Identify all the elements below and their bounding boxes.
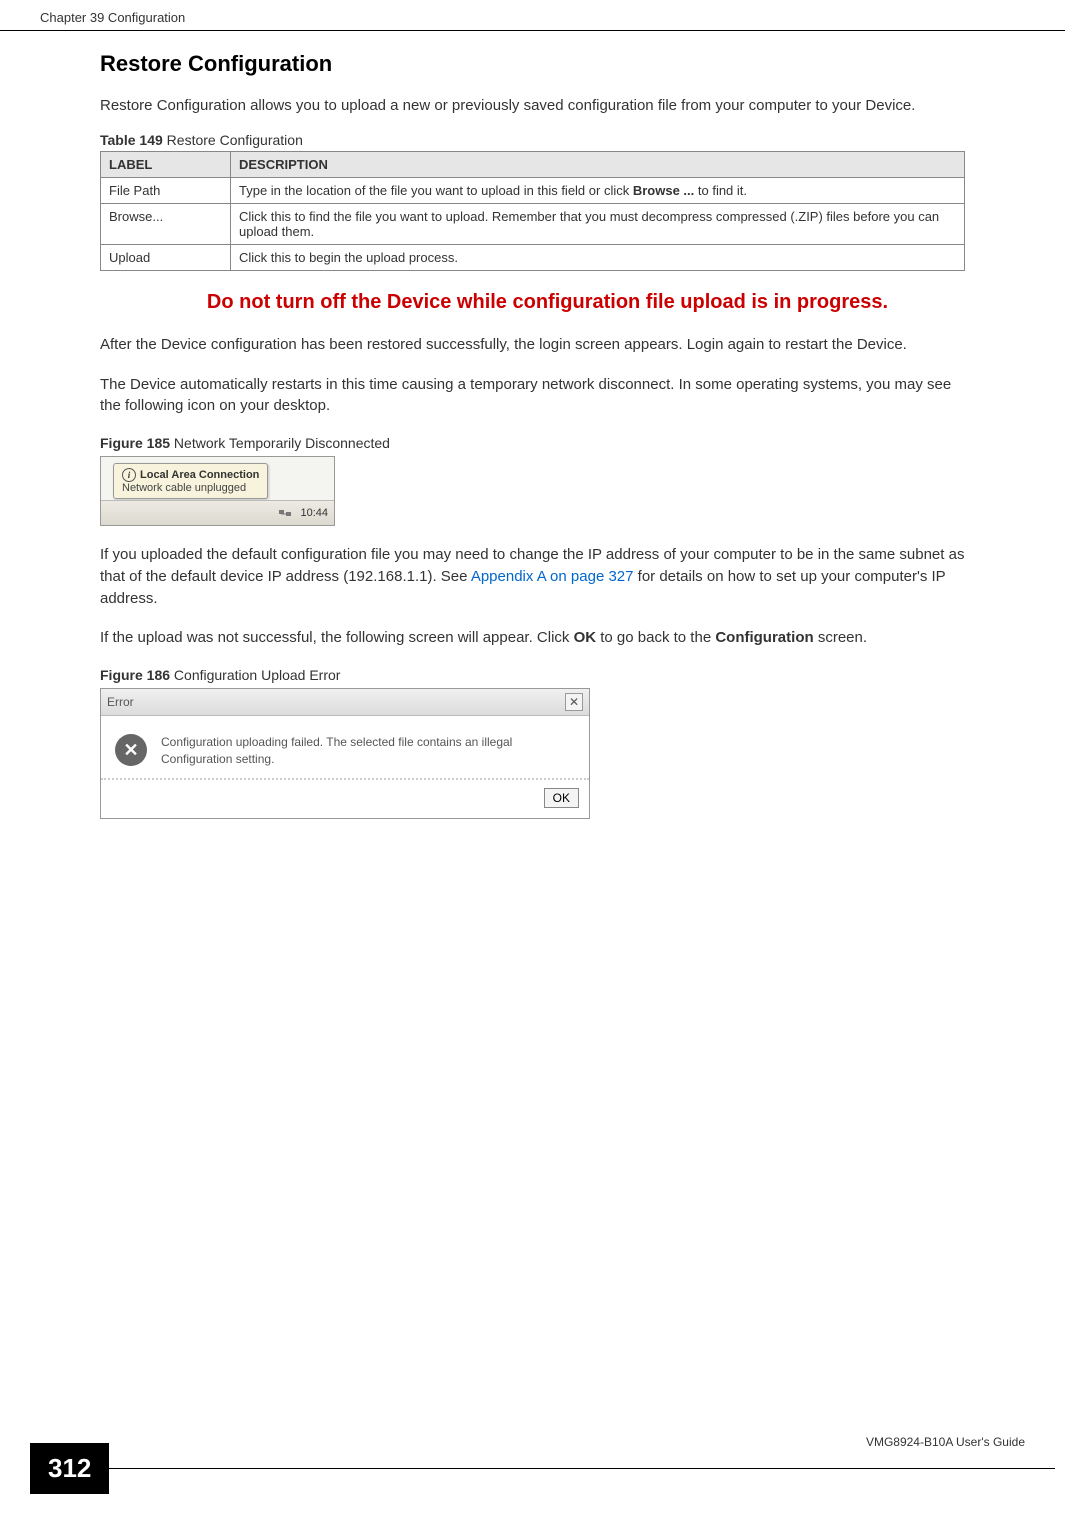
table-row: Upload Click this to begin the upload pr…	[101, 244, 965, 270]
appendix-link[interactable]: Appendix A on page 327	[471, 568, 634, 585]
desc-post: to find it.	[694, 183, 747, 198]
figure-186-caption: Figure 186 Configuration Upload Error	[100, 667, 965, 683]
para-auto-restart: The Device automatically restarts in thi…	[100, 374, 965, 418]
desc-pre: Type in the location of the file you wan…	[239, 183, 633, 198]
tooltip-title-row: i Local Area Connection	[122, 468, 259, 482]
row-label: File Path	[101, 177, 231, 203]
info-icon: i	[122, 468, 136, 482]
error-message: Configuration uploading failed. The sele…	[161, 734, 575, 768]
default-ip: 192.168.1.1	[348, 568, 427, 585]
para-after-warning: After the Device configuration has been …	[100, 334, 965, 356]
close-button[interactable]: ✕	[565, 693, 583, 711]
taskbar: 10:44	[101, 500, 334, 525]
footer-rule	[109, 1468, 1055, 1469]
intro-paragraph: Restore Configuration allows you to uplo…	[100, 95, 965, 117]
row-label: Browse...	[101, 203, 231, 244]
tooltip-title: Local Area Connection	[140, 469, 259, 481]
para-upload-fail: If the upload was not successful, the fo…	[100, 627, 965, 649]
error-footer: OK	[101, 778, 589, 818]
figure-185-caption: Figure 185 Network Temporarily Disconnec…	[100, 435, 965, 451]
table-row: File Path Type in the location of the fi…	[101, 177, 965, 203]
row-label: Upload	[101, 244, 231, 270]
table-header-row: LABEL DESCRIPTION	[101, 151, 965, 177]
row-desc: Type in the location of the file you wan…	[231, 177, 965, 203]
figure-number: Figure 185	[100, 435, 170, 451]
section-heading: Restore Configuration	[100, 51, 965, 77]
page-number: 312	[30, 1443, 109, 1494]
close-icon: ✕	[569, 695, 579, 709]
ip-mid: ). See	[427, 568, 470, 585]
figure-number: Figure 186	[100, 667, 170, 683]
table-row: Browse... Click this to find the file yo…	[101, 203, 965, 244]
taskbar-time: 10:44	[300, 507, 328, 519]
tooltip-subtitle: Network cable unplugged	[122, 482, 259, 494]
desc-bold: Browse ...	[633, 183, 694, 198]
network-tray-icon	[278, 506, 292, 520]
col-header-desc: DESCRIPTION	[231, 151, 965, 177]
error-dialog: Error ✕ ✕ Configuration uploading failed…	[100, 688, 590, 819]
network-disconnect-figure: i Local Area Connection Network cable un…	[100, 456, 335, 526]
restore-config-table: LABEL DESCRIPTION File Path Type in the …	[100, 151, 965, 271]
page-footer: 312	[0, 1443, 1065, 1494]
page-content: Restore Configuration Restore Configurat…	[0, 31, 1065, 859]
figure-title: Configuration Upload Error	[170, 667, 340, 683]
chapter-title: Chapter 39 Configuration	[40, 10, 185, 25]
fail-post: screen.	[814, 629, 867, 646]
row-desc: Click this to find the file you want to …	[231, 203, 965, 244]
error-x-icon: ✕	[123, 740, 138, 761]
error-title: Error	[107, 695, 134, 709]
error-titlebar: Error ✕	[101, 689, 589, 716]
error-icon: ✕	[115, 734, 147, 766]
fail-mid: to go back to the	[596, 629, 715, 646]
network-tooltip: i Local Area Connection Network cable un…	[113, 463, 268, 499]
warning-heading: Do not turn off the Device while configu…	[100, 291, 965, 314]
error-body: ✕ Configuration uploading failed. The se…	[101, 716, 589, 778]
row-desc: Click this to begin the upload process.	[231, 244, 965, 270]
table-title: Restore Configuration	[163, 132, 303, 148]
ok-button[interactable]: OK	[544, 788, 579, 808]
table-caption: Table 149 Restore Configuration	[100, 132, 965, 148]
col-header-label: LABEL	[101, 151, 231, 177]
figure-title: Network Temporarily Disconnected	[170, 435, 390, 451]
page-header: Chapter 39 Configuration	[0, 0, 1065, 31]
table-number: Table 149	[100, 132, 163, 148]
para-ip-address: If you uploaded the default configuratio…	[100, 544, 965, 609]
fail-pre: If the upload was not successful, the fo…	[100, 629, 574, 646]
fail-config: Configuration	[715, 629, 813, 646]
fail-ok: OK	[574, 629, 597, 646]
